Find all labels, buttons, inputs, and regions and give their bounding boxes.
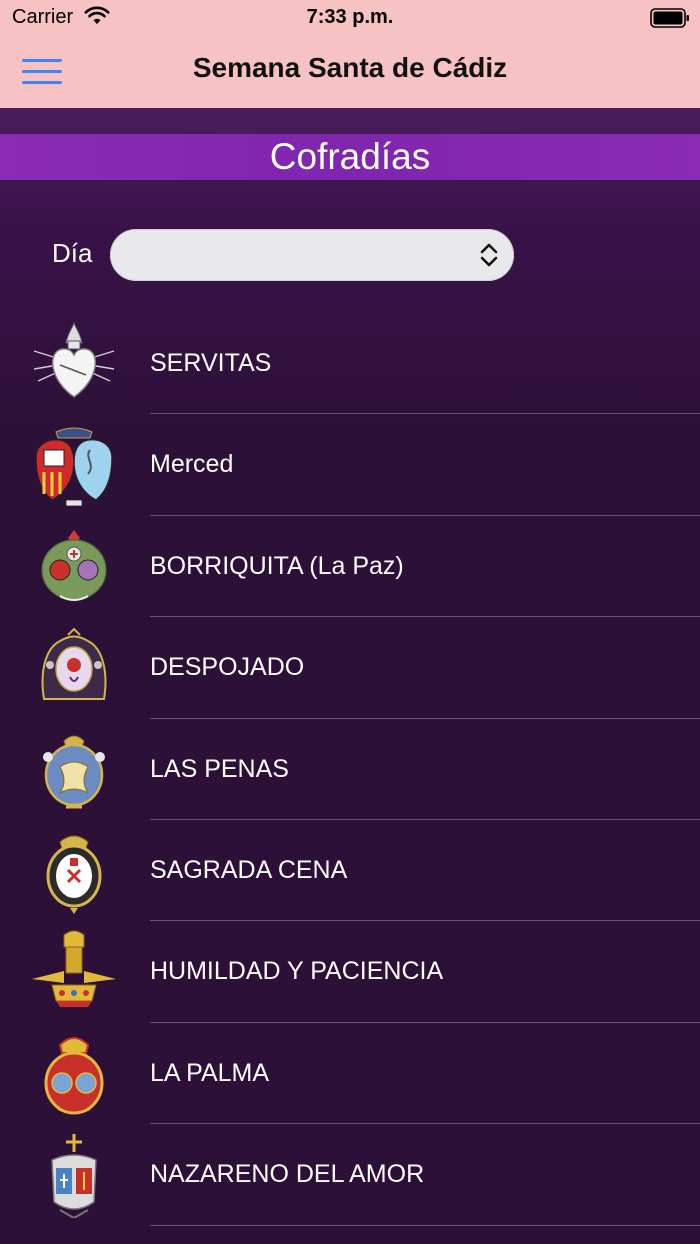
main-content: Cofradías Día SERVITAS Merced BORRIQUITA… xyxy=(0,108,700,1244)
section-banner: Cofradías xyxy=(0,134,700,180)
cofradia-name: LA PALMA xyxy=(150,1058,270,1087)
list-item[interactable]: LA PALMA xyxy=(0,1023,700,1125)
cofradia-name: DESPOJADO xyxy=(150,653,305,682)
la-palma-emblem-icon xyxy=(44,1036,104,1115)
row-separator xyxy=(150,1224,700,1226)
list-item[interactable]: BORRIQUITA (La Paz) xyxy=(0,516,700,618)
servitas-emblem-icon xyxy=(33,321,115,398)
list-item[interactable]: SAGRADA CENA xyxy=(0,820,700,922)
list-item[interactable]: Merced xyxy=(0,414,700,516)
battery-icon xyxy=(650,8,689,28)
cofradia-name: HUMILDAD Y PACIENCIA xyxy=(150,957,444,986)
las-penas-emblem-icon xyxy=(43,735,105,809)
humildad-paciencia-emblem-icon xyxy=(32,930,116,1008)
status-bar: Carrier 7:33 p.m. xyxy=(0,0,700,36)
borriquita-emblem-icon xyxy=(41,529,107,601)
navigation-header: Carrier 7:33 p.m. Semana Santa de Cádiz xyxy=(0,0,700,108)
cofradia-name: Merced xyxy=(150,450,234,479)
cofradia-name: SERVITAS xyxy=(150,349,272,377)
cofradia-name: SAGRADA CENA xyxy=(150,855,348,884)
chevron-up-down-icon xyxy=(480,243,498,267)
list-item[interactable]: DESPOJADO xyxy=(0,617,700,719)
cofradias-list: SERVITAS Merced BORRIQUITA (La Paz) DESP… xyxy=(0,313,700,1226)
day-select[interactable] xyxy=(110,229,514,281)
day-filter-label: Día xyxy=(52,238,93,268)
list-item[interactable]: LAS PENAS xyxy=(0,719,700,820)
nazareno-amor-emblem-icon xyxy=(51,1134,97,1219)
cofradia-name: BORRIQUITA (La Paz) xyxy=(150,551,404,580)
app-title: Semana Santa de Cádiz xyxy=(192,52,508,83)
sagrada-cena-emblem-icon xyxy=(46,835,102,914)
list-item[interactable]: HUMILDAD Y PACIENCIA xyxy=(0,921,700,1023)
section-title: Cofradías xyxy=(269,136,431,177)
cofradia-name: LAS PENAS xyxy=(150,754,289,783)
list-item[interactable]: SERVITAS xyxy=(0,313,700,415)
clock: 7:33 p.m. xyxy=(306,6,394,28)
list-item[interactable]: NAZARENO DEL AMOR xyxy=(0,1124,700,1226)
merced-emblem-icon xyxy=(35,427,113,507)
despojado-emblem-icon xyxy=(41,627,107,701)
cofradia-name: NAZARENO DEL AMOR xyxy=(150,1160,425,1189)
